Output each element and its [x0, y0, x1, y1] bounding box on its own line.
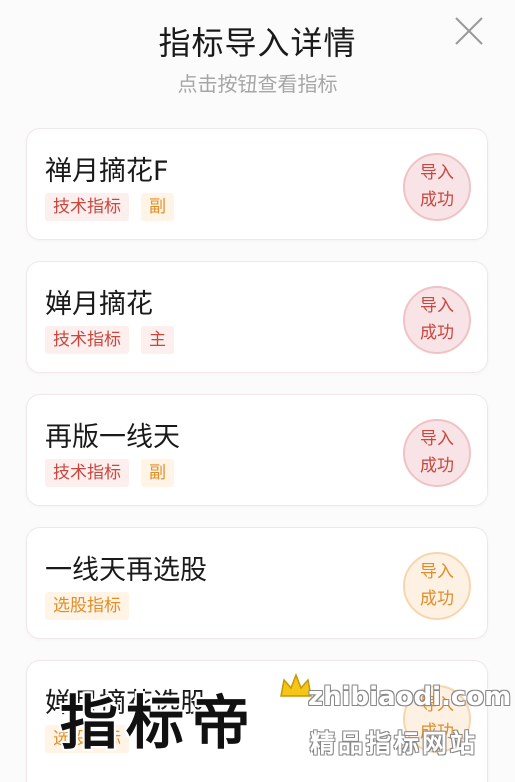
position-tag: 副: [141, 193, 174, 221]
import-status-stamp[interactable]: 导入 成功: [403, 552, 471, 620]
indicator-card: 禅月摘花F 技术指标 副 导入 成功: [26, 128, 488, 240]
close-button[interactable]: [452, 14, 486, 48]
type-tag: 技术指标: [45, 459, 129, 487]
close-icon: [455, 17, 483, 45]
type-tag: 选股指标: [45, 725, 129, 753]
tag-list: 选股指标: [45, 725, 129, 753]
tag-list: 技术指标 主: [45, 326, 174, 354]
type-tag: 技术指标: [45, 326, 129, 354]
status-line: 成功: [420, 323, 454, 343]
indicator-name: 婵月摘花: [45, 289, 153, 320]
status-line: 成功: [420, 456, 454, 476]
indicator-card: 一线天再选股 选股指标 导入 成功: [26, 527, 488, 639]
indicator-card: 婵月摘花选股 选股指标 导入 成功: [26, 660, 488, 782]
status-line: 成功: [420, 589, 454, 609]
indicator-name: 禅月摘花F: [45, 156, 169, 187]
position-tag: 主: [141, 326, 174, 354]
status-line: 导入: [420, 429, 454, 449]
position-tag: 副: [141, 459, 174, 487]
type-tag: 技术指标: [45, 193, 129, 221]
tag-list: 选股指标: [45, 592, 129, 620]
indicator-card: 婵月摘花 技术指标 主 导入 成功: [26, 261, 488, 373]
dialog-header: 指标导入详情 点击按钮查看指标: [0, 0, 515, 110]
status-line: 导入: [420, 695, 454, 715]
page-title: 指标导入详情: [158, 24, 357, 62]
import-status-stamp[interactable]: 导入 成功: [403, 685, 471, 753]
indicator-name: 一线天再选股: [45, 555, 207, 586]
page-subtitle: 点击按钮查看指标: [177, 72, 338, 96]
status-line: 成功: [420, 190, 454, 210]
tag-list: 技术指标 副: [45, 459, 174, 487]
status-line: 导入: [420, 296, 454, 316]
status-line: 导入: [420, 163, 454, 183]
import-status-stamp[interactable]: 导入 成功: [403, 419, 471, 487]
indicator-name: 婵月摘花选股: [45, 688, 207, 719]
import-status-stamp[interactable]: 导入 成功: [403, 153, 471, 221]
status-line: 导入: [420, 562, 454, 582]
import-status-stamp[interactable]: 导入 成功: [403, 286, 471, 354]
type-tag: 选股指标: [45, 592, 129, 620]
indicator-name: 再版一线天: [45, 422, 180, 453]
tag-list: 技术指标 副: [45, 193, 174, 221]
status-line: 成功: [420, 722, 454, 742]
indicator-card: 再版一线天 技术指标 副 导入 成功: [26, 394, 488, 506]
